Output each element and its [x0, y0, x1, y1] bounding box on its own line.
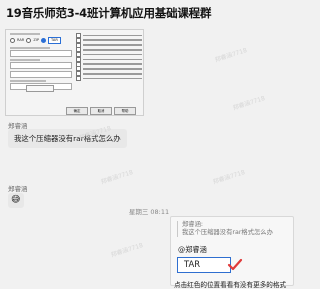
watermark: 郑睿涵7718 — [212, 168, 246, 186]
quoted-sender: 郑睿涵: — [182, 221, 204, 228]
format-dropdown-image: TAR — [177, 257, 231, 273]
sender-name: 郑睿涵 — [8, 185, 28, 193]
radio-tar — [41, 38, 47, 43]
radio-zip-label: ZIP — [33, 38, 40, 43]
red-check-icon — [227, 258, 243, 271]
watermark: 郑睿涵7718 — [214, 46, 248, 64]
dialog-cancel-button: 取消 — [90, 107, 112, 115]
dialog-field-1 — [10, 50, 72, 57]
dialog-label-line — [10, 59, 40, 61]
watermark: 郑睿涵7718 — [110, 241, 144, 259]
dialog-help-button: 帮助 — [114, 107, 136, 115]
dialog-label-line — [10, 80, 46, 82]
mention-text: @郑睿涵 — [178, 245, 207, 254]
quoted-message: 郑睿涵: 我这个压缩器没有rar格式怎么办 — [177, 221, 293, 237]
format-dropdown-mini: TAR — [48, 37, 61, 44]
dialog-label-line — [10, 47, 50, 49]
message-timestamp: 星期三 08:11 — [128, 208, 170, 216]
message-text: 我这个压缩器没有rar格式怎么办 — [14, 134, 121, 143]
watermark: 郑睿涵7718 — [232, 94, 266, 112]
dialog-ok-button: 确定 — [66, 107, 88, 115]
archive-dialog-image: RAR ZIP TAR 确定 取消 帮助 — [5, 29, 144, 116]
radio-zip — [26, 38, 32, 43]
dialog-options-panel — [76, 32, 142, 82]
quoted-text: 我这个压缩器没有rar格式怎么办 — [182, 229, 273, 236]
dialog-field-3 — [10, 71, 72, 78]
dialog-heading-line — [10, 33, 40, 35]
dialog-mid-button — [26, 85, 54, 92]
radio-rar — [10, 38, 15, 43]
dialog-field-2 — [10, 62, 72, 69]
sweat-smile-emoji-icon: 😅 — [11, 195, 21, 205]
watermark: 郑睿涵7718 — [100, 168, 134, 186]
radio-rar-label: RAR — [17, 38, 25, 43]
dialog-left-panel: RAR ZIP TAR — [10, 33, 72, 92]
chat-title: 19音乐师范3-4班计算机应用基础课程群 — [6, 6, 212, 20]
reply-text: 点击红色的位置看看有没有更多的格式 — [174, 281, 287, 289]
dialog-option — [76, 76, 142, 82]
reply-card[interactable]: 郑睿涵: 我这个压缩器没有rar格式怎么办 @郑睿涵 TAR — [170, 216, 294, 286]
format-radio-group: RAR ZIP TAR — [10, 37, 72, 44]
